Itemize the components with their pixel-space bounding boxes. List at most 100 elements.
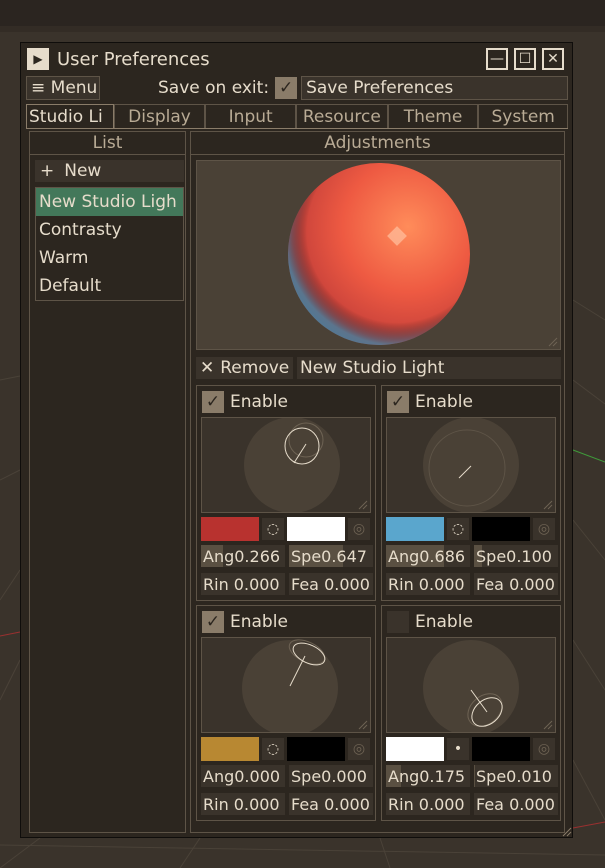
light-direction-sphere	[423, 640, 519, 736]
light-name-input[interactable]: New Studio Light	[297, 357, 561, 379]
angle-value: 0.175	[419, 766, 466, 786]
specular-label: Spe	[476, 546, 507, 566]
specular-slider[interactable]: Spe 0.000	[289, 765, 373, 787]
feather-label: Fea	[476, 794, 504, 814]
refresh-ring-icon[interactable]: ◌	[262, 518, 284, 540]
save-on-exit-checkbox[interactable]: ✓	[275, 77, 298, 99]
specular-slider[interactable]: Spe 0.647	[289, 545, 373, 567]
feather-slider[interactable]: Fea 0.000	[289, 573, 373, 595]
light-panel-2: ✓ Enable ◌ ◎ Ang 0.686 Spe 0.100 Rin 0.0…	[381, 385, 561, 601]
sphere-preview[interactable]	[196, 160, 561, 350]
feather-slider[interactable]: Fea 0.000	[289, 793, 373, 815]
list-item[interactable]: New Studio Ligh	[36, 188, 183, 216]
ring-icon[interactable]: ◎	[348, 518, 370, 540]
remove-button[interactable]: ✕ Remove	[196, 357, 293, 379]
angle-slider[interactable]: Ang 0.000	[201, 765, 285, 787]
specular-color-swatch[interactable]	[287, 737, 345, 761]
rim-slider[interactable]: Rin 0.000	[201, 793, 285, 815]
light-panel-3: ✓ Enable ◌ ◎ Ang 0.000 Spe 0.000 Rin 0.0…	[196, 605, 376, 821]
refresh-ring-icon[interactable]: ◌	[447, 518, 469, 540]
enable-label: Enable	[230, 392, 288, 412]
remove-row: ✕ Remove New Studio Light	[196, 357, 561, 379]
light-direction-dial[interactable]	[386, 637, 556, 736]
specular-color-swatch[interactable]	[472, 517, 530, 541]
specular-slider[interactable]: Spe 0.100	[474, 545, 558, 567]
rim-value: 0.000	[233, 794, 280, 814]
angle-label: Ang	[388, 546, 420, 566]
top-toolbar	[0, 0, 605, 27]
angle-label: Ang	[388, 766, 420, 786]
menu-button[interactable]: ≡ Menu	[26, 76, 100, 100]
window-resize-grip-icon[interactable]	[562, 827, 572, 837]
tab-studio-lights[interactable]: Studio Li	[26, 104, 114, 128]
feather-value: 0.000	[324, 574, 370, 594]
diffuse-color-swatch[interactable]	[201, 517, 259, 541]
enable-checkbox[interactable]: ✓	[387, 391, 409, 413]
feather-slider[interactable]: Fea 0.000	[474, 793, 558, 815]
enable-checkbox[interactable]: ✓	[387, 611, 409, 633]
list-item[interactable]: Contrasty	[36, 216, 183, 244]
save-preferences-button[interactable]: Save Preferences	[301, 76, 568, 100]
diffuse-color-swatch[interactable]	[386, 517, 444, 541]
ring-icon[interactable]: ◎	[533, 738, 555, 760]
new-button[interactable]: + New	[35, 160, 184, 182]
play-triangle-icon[interactable]: ▶	[27, 48, 49, 70]
rim-slider[interactable]: Rin 0.000	[386, 793, 470, 815]
ring-icon[interactable]: ◎	[348, 738, 370, 760]
angle-slider[interactable]: Ang 0.686	[386, 545, 470, 567]
rim-label: Rin	[203, 574, 229, 594]
resize-grip-icon[interactable]	[358, 720, 368, 730]
resize-grip-icon[interactable]	[358, 500, 368, 510]
feather-value: 0.000	[509, 794, 555, 814]
specular-color-swatch[interactable]	[287, 517, 345, 541]
list-panel: List + New New Studio Ligh Contrasty War…	[29, 131, 186, 833]
light-direction-dial[interactable]	[386, 417, 556, 513]
enable-checkbox[interactable]: ✓	[202, 611, 224, 633]
resize-grip-icon[interactable]	[548, 337, 558, 347]
top-toolbar-strip	[0, 26, 605, 32]
title-bar[interactable]: ▶ User Preferences — ☐ ✕	[23, 45, 570, 73]
x-icon: ✕	[200, 358, 215, 378]
diffuse-color-swatch[interactable]	[201, 737, 259, 761]
refresh-ring-icon[interactable]: •	[447, 738, 469, 760]
angle-label: Ang	[203, 766, 235, 786]
rim-slider[interactable]: Rin 0.000	[386, 573, 470, 595]
save-on-exit-label: Save on exit:	[158, 78, 270, 98]
specular-slider[interactable]: Spe 0.010	[474, 765, 558, 787]
list-item[interactable]: Default	[36, 272, 183, 300]
rim-value: 0.000	[418, 574, 465, 594]
tab-resource[interactable]: Resource	[296, 104, 388, 128]
light-direction-sphere	[423, 417, 519, 513]
enable-checkbox[interactable]: ✓	[202, 391, 224, 413]
close-icon[interactable]: ✕	[542, 48, 564, 70]
tab-theme[interactable]: Theme	[387, 104, 479, 128]
adjustments-panel: Adjustments ✕ Remove New Studio Light ✓ …	[190, 131, 565, 833]
maximize-icon[interactable]: ☐	[514, 48, 536, 70]
remove-button-label: Remove	[220, 358, 290, 378]
resize-grip-icon[interactable]	[543, 500, 553, 510]
refresh-ring-icon[interactable]: ◌	[262, 738, 284, 760]
feather-label: Fea	[291, 574, 319, 594]
feather-value: 0.000	[324, 794, 370, 814]
feather-slider[interactable]: Fea 0.000	[474, 573, 558, 595]
tab-display[interactable]: Display	[113, 104, 206, 128]
diffuse-color-swatch[interactable]	[386, 737, 444, 761]
light-direction-dial[interactable]	[201, 417, 371, 513]
ring-icon[interactable]: ◎	[533, 518, 555, 540]
rim-slider[interactable]: Rin 0.000	[201, 573, 285, 595]
angle-value: 0.266	[234, 546, 281, 566]
light-direction-dial[interactable]	[201, 637, 371, 736]
list-item[interactable]: Warm	[36, 244, 183, 272]
angle-slider[interactable]: Ang 0.266	[201, 545, 285, 567]
specular-color-swatch[interactable]	[472, 737, 530, 761]
specular-value: 0.010	[506, 766, 552, 786]
angle-slider[interactable]: Ang 0.175	[386, 765, 470, 787]
tab-system[interactable]: System	[478, 104, 569, 128]
resize-grip-icon[interactable]	[543, 720, 553, 730]
minimize-icon[interactable]: —	[486, 48, 508, 70]
window-title: User Preferences	[57, 48, 210, 70]
light-direction-sphere	[242, 639, 338, 736]
feather-label: Fea	[476, 574, 504, 594]
tab-input[interactable]: Input	[205, 104, 297, 128]
rim-label: Rin	[388, 794, 414, 814]
